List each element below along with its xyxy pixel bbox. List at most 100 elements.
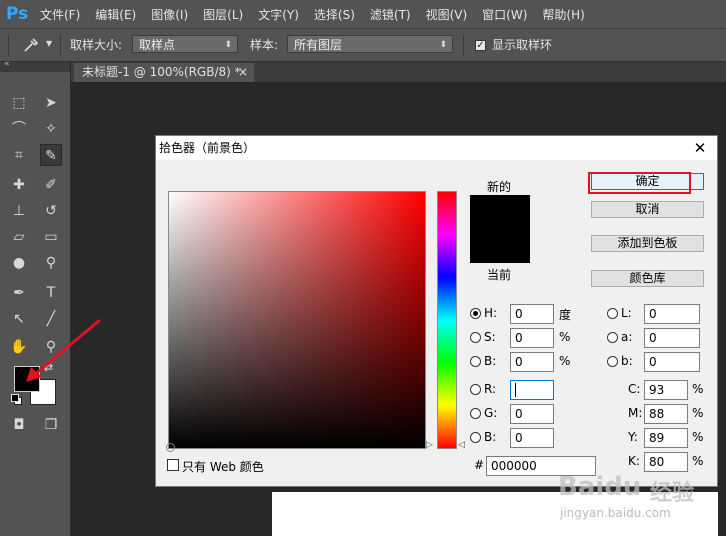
eyedropper-preset-icon[interactable] xyxy=(22,37,40,53)
preset-chevron-down-icon[interactable]: ▼ xyxy=(46,39,52,48)
b-label: b: xyxy=(621,354,633,368)
k-label: K: xyxy=(628,454,640,468)
history-brush-tool-icon[interactable]: ↺ xyxy=(40,200,62,222)
g-radio[interactable] xyxy=(470,408,481,419)
brightness-input[interactable]: 0 xyxy=(510,352,554,372)
text-caret xyxy=(515,383,516,397)
eyedropper-tool-icon[interactable]: ✎ xyxy=(40,144,62,166)
gradient-tool-icon[interactable]: ▭ xyxy=(40,226,62,248)
sample-size-dropdown[interactable]: 取样点 ⬍ xyxy=(132,35,238,53)
sample-size-label: 取样大小: xyxy=(70,38,123,52)
b-input[interactable]: 0 xyxy=(644,352,700,372)
blue-input[interactable]: 0 xyxy=(510,428,554,448)
chevron-updown-icon: ⬍ xyxy=(439,40,447,50)
new-color-label: 新的 xyxy=(487,180,512,194)
s-unit: % xyxy=(559,330,571,344)
k-input[interactable]: 80 xyxy=(644,452,688,472)
clone-stamp-tool-icon[interactable]: ⊥ xyxy=(8,200,30,222)
cancel-button[interactable]: 取消 xyxy=(591,201,704,218)
l-radio[interactable] xyxy=(607,308,618,319)
y-input[interactable]: 89 xyxy=(644,428,688,448)
sample-label: 样本: xyxy=(250,38,279,52)
collapse-icon[interactable]: « xyxy=(4,59,10,69)
healing-brush-tool-icon[interactable]: ✚ xyxy=(8,174,30,196)
color-libraries-button[interactable]: 颜色库 xyxy=(591,270,704,287)
menu-layer[interactable]: 图层(L) xyxy=(203,6,243,23)
menu-filter[interactable]: 滤镜(T) xyxy=(370,6,411,23)
color-field-marker[interactable] xyxy=(166,443,175,452)
menu-items: 文件(F) 编辑(E) 图像(I) 图层(L) 文字(Y) 选择(S) 滤镜(T… xyxy=(40,0,600,28)
document-tab[interactable]: 未标题-1 @ 100%(RGB/8) * × xyxy=(74,63,254,82)
hue-slider-left-handle[interactable]: ▷ xyxy=(426,440,433,450)
web-colors-label: 只有 Web 颜色 xyxy=(182,460,264,474)
options-bar: ▼ 取样大小: 取样点 ⬍ 样本: 所有图层 ⬍ ✓ 显示取样环 xyxy=(0,29,726,62)
hue-slider[interactable] xyxy=(437,191,457,449)
menu-window[interactable]: 窗口(W) xyxy=(482,6,527,23)
options-grip xyxy=(8,35,9,55)
current-color-swatch[interactable] xyxy=(470,229,530,263)
a-radio[interactable] xyxy=(607,332,618,343)
eraser-tool-icon[interactable]: ▱ xyxy=(8,226,30,248)
watermark-brand: Baidu xyxy=(558,472,642,502)
pen-tool-icon[interactable]: ✒ xyxy=(8,282,30,304)
current-color-label: 当前 xyxy=(487,268,512,282)
crop-tool-icon[interactable]: ⌗ xyxy=(8,144,30,166)
menu-select[interactable]: 选择(S) xyxy=(314,6,355,23)
web-colors-checkbox[interactable] xyxy=(167,459,179,471)
baidu-watermark: Baidu 经验 jingyan.baidu.com xyxy=(558,472,726,536)
menu-image[interactable]: 图像(I) xyxy=(151,6,188,23)
tools-panel: ⬚ ➤ ⌒ ✧ ⌗ ✎ ✚ ✐ ⊥ ↺ ▱ ▭ ● ⚲ ✒ T ↖ ╱ ✋ ⚲ … xyxy=(0,72,71,536)
a-input[interactable]: 0 xyxy=(644,328,700,348)
color-field[interactable] xyxy=(168,191,426,449)
brightness-unit: % xyxy=(559,354,571,368)
m-input[interactable]: 88 xyxy=(644,404,688,424)
blur-tool-icon[interactable]: ● xyxy=(8,252,30,274)
l-input[interactable]: 0 xyxy=(644,304,700,324)
c-input[interactable]: 93 xyxy=(644,380,688,400)
s-input[interactable]: 0 xyxy=(510,328,554,348)
r-input[interactable] xyxy=(510,380,554,400)
menu-view[interactable]: 视图(V) xyxy=(426,6,468,23)
menu-file[interactable]: 文件(F) xyxy=(40,6,80,23)
photoshop-logo: Ps xyxy=(6,4,29,24)
b-radio[interactable] xyxy=(607,356,618,367)
k-unit: % xyxy=(692,454,704,468)
document-tab-title: 未标题-1 @ 100%(RGB/8) * xyxy=(82,65,241,79)
chevron-updown-icon: ⬍ xyxy=(224,40,232,50)
move-tool-icon[interactable]: ➤ xyxy=(40,92,62,114)
show-ring-checkbox[interactable]: ✓ xyxy=(475,40,486,51)
h-input[interactable]: 0 xyxy=(510,304,554,324)
add-to-swatches-button[interactable]: 添加到色板 xyxy=(591,235,704,252)
blue-radio[interactable] xyxy=(470,432,481,443)
annotation-arrow-icon xyxy=(26,318,101,382)
brush-tool-icon[interactable]: ✐ xyxy=(40,174,62,196)
menu-edit[interactable]: 编辑(E) xyxy=(95,6,136,23)
brightness-radio[interactable] xyxy=(470,356,481,367)
h-radio[interactable] xyxy=(470,308,481,319)
marquee-tool-icon[interactable]: ⬚ xyxy=(8,92,30,114)
menu-type[interactable]: 文字(Y) xyxy=(258,6,299,23)
sample-value: 所有图层 xyxy=(294,38,343,52)
screen-mode-icon[interactable]: ❐ xyxy=(40,414,62,436)
l-label: L: xyxy=(621,306,632,320)
close-tab-icon[interactable]: × xyxy=(238,63,248,82)
magic-wand-tool-icon[interactable]: ✧ xyxy=(40,118,62,140)
sample-size-value: 取样点 xyxy=(139,38,176,52)
quick-mask-icon[interactable]: ◘ xyxy=(8,414,30,436)
c-label: C: xyxy=(628,382,641,396)
brightness-label: B: xyxy=(484,354,497,368)
close-icon[interactable]: ✕ xyxy=(690,139,710,157)
default-colors-icon[interactable] xyxy=(11,394,22,405)
dialog-titlebar: 拾色器（前景色） ✕ xyxy=(156,136,717,160)
r-radio[interactable] xyxy=(470,384,481,395)
menu-help[interactable]: 帮助(H) xyxy=(542,6,584,23)
sample-dropdown[interactable]: 所有图层 ⬍ xyxy=(287,35,453,53)
s-radio[interactable] xyxy=(470,332,481,343)
g-input[interactable]: 0 xyxy=(510,404,554,424)
r-label: R: xyxy=(484,382,497,396)
lasso-tool-icon[interactable]: ⌒ xyxy=(8,118,30,140)
type-tool-icon[interactable]: T xyxy=(40,282,62,304)
dodge-tool-icon[interactable]: ⚲ xyxy=(40,252,62,274)
hue-slider-right-handle[interactable]: ◁ xyxy=(458,440,465,450)
options-divider xyxy=(60,35,61,55)
